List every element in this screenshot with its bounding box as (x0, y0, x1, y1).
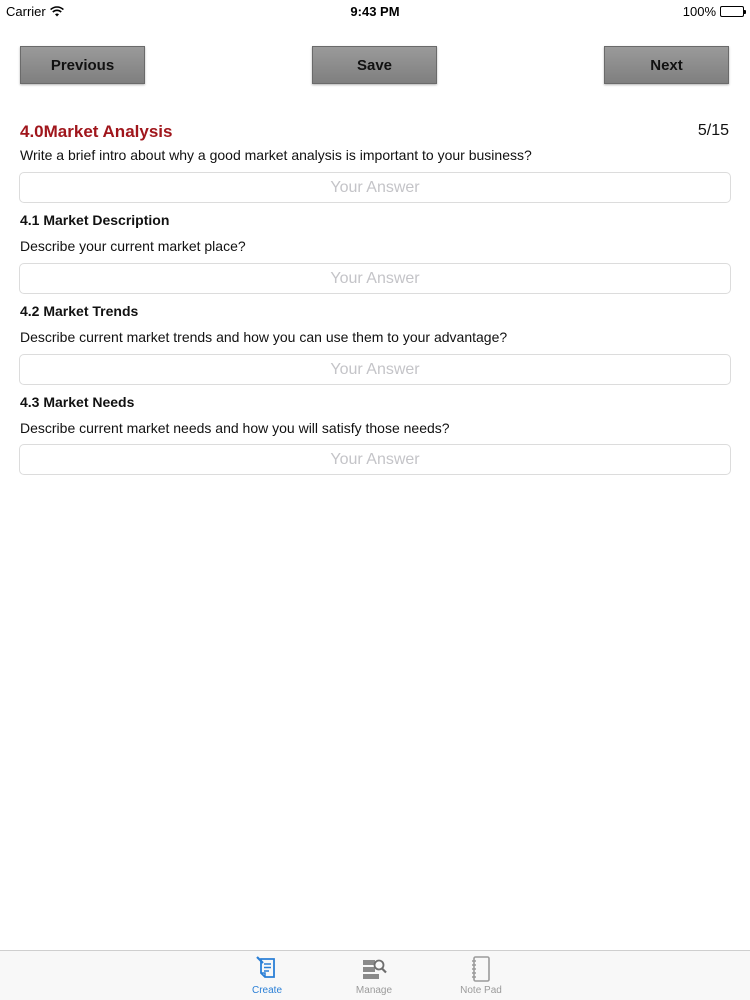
tab-bar: Create Manage Note Pad (0, 950, 750, 1000)
tab-manage[interactable]: Manage (334, 955, 414, 999)
notepad-icon (467, 955, 495, 983)
intro-question: Write a brief intro about why a good mar… (20, 147, 532, 163)
manage-search-icon (360, 955, 388, 983)
answer-input-market-description[interactable] (19, 263, 731, 294)
question-market-needs: Describe current market needs and how yo… (20, 420, 450, 436)
tab-create[interactable]: Create (227, 955, 307, 999)
battery-percent: 100% (682, 4, 716, 19)
tab-notepad[interactable]: Note Pad (441, 955, 521, 999)
battery-icon (720, 6, 746, 17)
tab-create-label: Create (251, 985, 282, 996)
intro-answer-input[interactable] (19, 172, 731, 203)
section-title-text: Market Analysis (43, 122, 173, 141)
save-button[interactable]: Save (312, 46, 437, 84)
business-plan-form-screen: Carrier 9:43 PM 100% Previous Save Next … (0, 0, 750, 1000)
previous-button[interactable]: Previous (20, 46, 145, 84)
tab-manage-label: Manage (355, 985, 393, 996)
status-right: 100% (682, 4, 746, 19)
status-bar: Carrier 9:43 PM 100% (0, 0, 750, 22)
page-progress: 5/15 (697, 122, 729, 139)
question-market-description: Describe your current market place? (20, 238, 246, 254)
create-document-icon (253, 955, 281, 983)
subsection-title-market-needs: 4.3 Market Needs (20, 394, 135, 410)
status-time: 9:43 PM (350, 4, 400, 19)
question-market-trends: Describe current market trends and how y… (20, 329, 508, 345)
section-number: 4.0 (20, 122, 44, 141)
answer-input-market-needs[interactable] (19, 444, 731, 475)
next-button[interactable]: Next (604, 46, 729, 84)
answer-input-market-trends[interactable] (19, 354, 731, 385)
subsection-title-market-trends: 4.2 Market Trends (20, 303, 139, 319)
subsection-title-market-description: 4.1 Market Description (20, 212, 170, 228)
tab-notepad-label: Note Pad (460, 985, 502, 996)
section-title: 4.0Market Analysis (20, 122, 172, 142)
